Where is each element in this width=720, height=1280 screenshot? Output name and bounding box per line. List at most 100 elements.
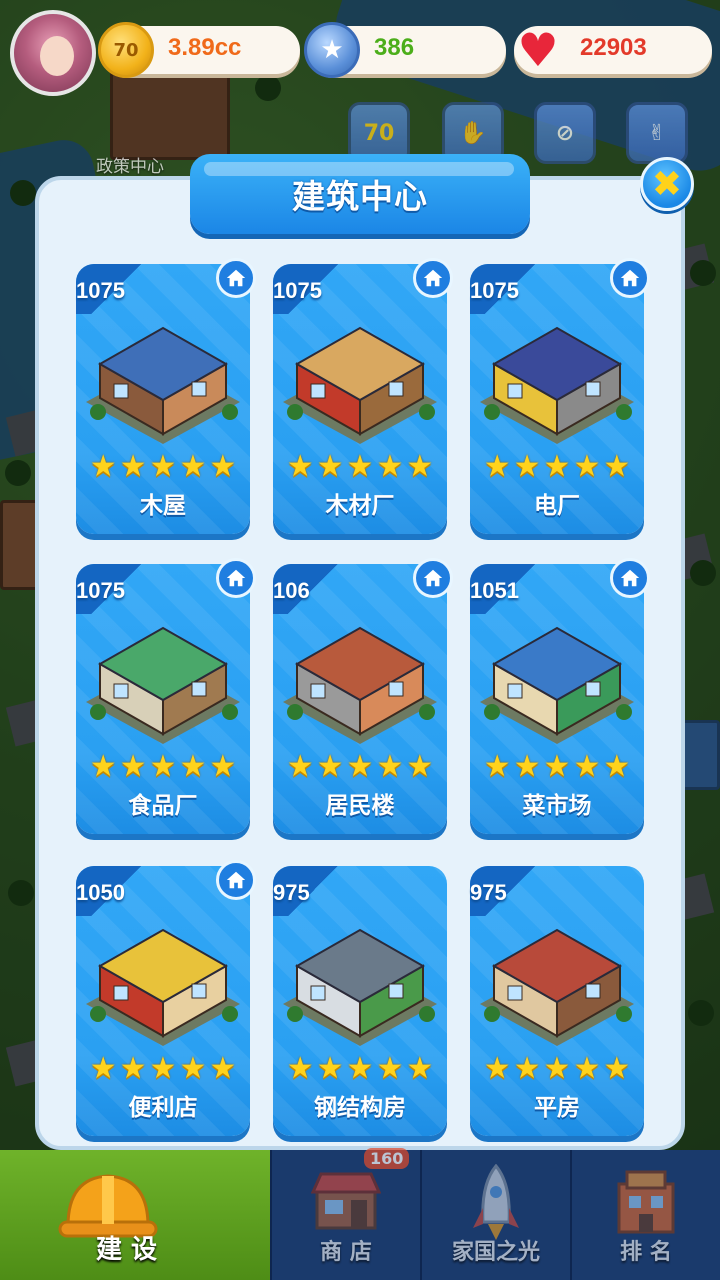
coin-value: 3.89cc [168, 34, 242, 61]
star-icon: ★ [603, 749, 631, 784]
ranking-building-icon [617, 1170, 675, 1234]
home-icon[interactable] [216, 558, 256, 598]
star-icon: ★ [209, 749, 237, 784]
star-icon: ★ [149, 1051, 177, 1086]
no-entry-event-icon[interactable]: ⊘ [534, 102, 596, 164]
building-level: 106 [273, 578, 310, 603]
home-icon[interactable] [610, 558, 650, 598]
panel-title-tab: 建筑中心 [190, 154, 530, 234]
star-icon: ★ [316, 449, 344, 484]
home-icon[interactable] [610, 258, 650, 298]
player-avatar[interactable] [10, 10, 96, 96]
star-icon: ★ [513, 1051, 541, 1086]
building-image [277, 896, 443, 1056]
building-card[interactable]: 1075 ★ ★ ★ ★ ★ 电厂 [470, 258, 650, 534]
rocket-icon [473, 1164, 519, 1240]
building-image [474, 896, 640, 1056]
star-counter[interactable]: ★ 386 [304, 22, 506, 78]
building-name: 木材厂 [325, 493, 395, 519]
star-icon: ★ [89, 1051, 117, 1086]
building-name: 平房 [534, 1095, 580, 1121]
star-icon: ★ [209, 1051, 237, 1086]
star-icon: ★ [179, 449, 207, 484]
nav-shop[interactable]: 商 店 [270, 1150, 420, 1280]
star-icon: ★ [573, 749, 601, 784]
star-icon: ★ [119, 449, 147, 484]
building-name: 钢结构房 [314, 1095, 406, 1121]
coin-counter[interactable]: 70 3.89cc [98, 22, 300, 78]
building-card[interactable]: 975 ★ ★ ★ ★ ★ 平房 [470, 866, 644, 1136]
nav-build[interactable]: 建 设 [0, 1150, 270, 1280]
home-icon[interactable] [413, 258, 453, 298]
star-rating: ★ ★ ★ ★ ★ [470, 452, 644, 482]
building-level: 1051 [470, 578, 519, 603]
panel-title: 建筑中心 [292, 177, 428, 216]
policy-center-label: 政策中心 [96, 157, 164, 177]
star-icon: ★ [89, 749, 117, 784]
star-icon: ★ [316, 1051, 344, 1086]
building-name: 电厂 [534, 493, 580, 519]
star-icon: ★ [513, 449, 541, 484]
building-name: 木屋 [140, 493, 186, 519]
star-icon: ★ [316, 749, 344, 784]
star-rating: ★ ★ ★ ★ ★ [76, 1054, 250, 1084]
star-icon: ★ [346, 449, 374, 484]
home-icon[interactable] [216, 258, 256, 298]
star-icon: ★ [513, 749, 541, 784]
star-icon: ★ [406, 749, 434, 784]
heart-value: 22903 [580, 34, 647, 61]
building-card[interactable]: 1075 ★ ★ ★ ★ ★ 食品厂 [76, 558, 256, 834]
building-image [80, 594, 246, 754]
close-icon: ✖ [651, 163, 683, 205]
star-icon: ★ [286, 749, 314, 784]
nav-glory[interactable]: 家国之光 [420, 1150, 570, 1280]
building-card[interactable]: 106 ★ ★ ★ ★ ★ 居民楼 [273, 558, 453, 834]
building-image [277, 594, 443, 754]
star-icon: ★ [179, 1051, 207, 1086]
star-rating: ★ ★ ★ ★ ★ [273, 752, 447, 782]
nav-glory-label: 家国之光 [451, 1240, 540, 1265]
close-button[interactable]: ✖ [640, 157, 694, 211]
building-level: 975 [273, 880, 310, 905]
star-icon: ★ [376, 449, 404, 484]
building-card[interactable]: 1075 ★ ★ ★ ★ ★ 木材厂 [273, 258, 453, 534]
star-icon: ★ [346, 1051, 374, 1086]
star-icon: ★ [543, 449, 571, 484]
star-icon: ★ [603, 449, 631, 484]
star-rating: ★ ★ ★ ★ ★ [273, 452, 447, 482]
star-icon: ★ [543, 749, 571, 784]
star-rating: ★ ★ ★ ★ ★ [273, 1054, 447, 1084]
building-card[interactable]: 1075 ★ ★ ★ ★ ★ 木屋 [76, 258, 256, 534]
star-icon: ★ [149, 449, 177, 484]
star-icon: ★ [543, 1051, 571, 1086]
star-icon: ★ [149, 749, 177, 784]
building-card[interactable]: 1050 ★ ★ ★ ★ ★ 便利店 [76, 860, 256, 1136]
nav-rank[interactable]: 排 名 [570, 1150, 720, 1280]
celebration-event-icon[interactable]: ✌ [626, 102, 688, 164]
nav-build-label: 建 设 [96, 1235, 158, 1265]
star-icon: ★ [573, 449, 601, 484]
star-icon: ★ [406, 1051, 434, 1086]
heart-counter[interactable]: ♥ 22903 [514, 23, 712, 77]
star-icon: ★ [179, 749, 207, 784]
building-level: 1050 [76, 880, 125, 905]
home-icon[interactable] [216, 860, 256, 900]
star-icon: ★ [483, 1051, 511, 1086]
building-level: 1075 [76, 578, 125, 603]
star-icon: ★ [286, 1051, 314, 1086]
building-image [80, 294, 246, 454]
star-rating: ★ ★ ★ ★ ★ [470, 752, 644, 782]
coin-icon: 70 [98, 22, 154, 78]
star-value: 386 [374, 34, 415, 61]
building-name: 食品厂 [128, 793, 198, 819]
star-icon: ★ [346, 749, 374, 784]
building-image [474, 594, 640, 754]
building-card[interactable]: 1051 ★ ★ ★ ★ ★ 菜市场 [470, 558, 650, 834]
star-icon: ★ [376, 1051, 404, 1086]
bottom-navigation: 建 设 商 店 家国之光 排 名 [0, 1150, 720, 1280]
home-icon[interactable] [413, 558, 453, 598]
star-icon: ★ [376, 749, 404, 784]
star-icon: ★ [89, 449, 117, 484]
building-card[interactable]: 975 ★ ★ ★ ★ ★ 钢结构房 [273, 866, 447, 1136]
star-rating: ★ ★ ★ ★ ★ [76, 752, 250, 782]
